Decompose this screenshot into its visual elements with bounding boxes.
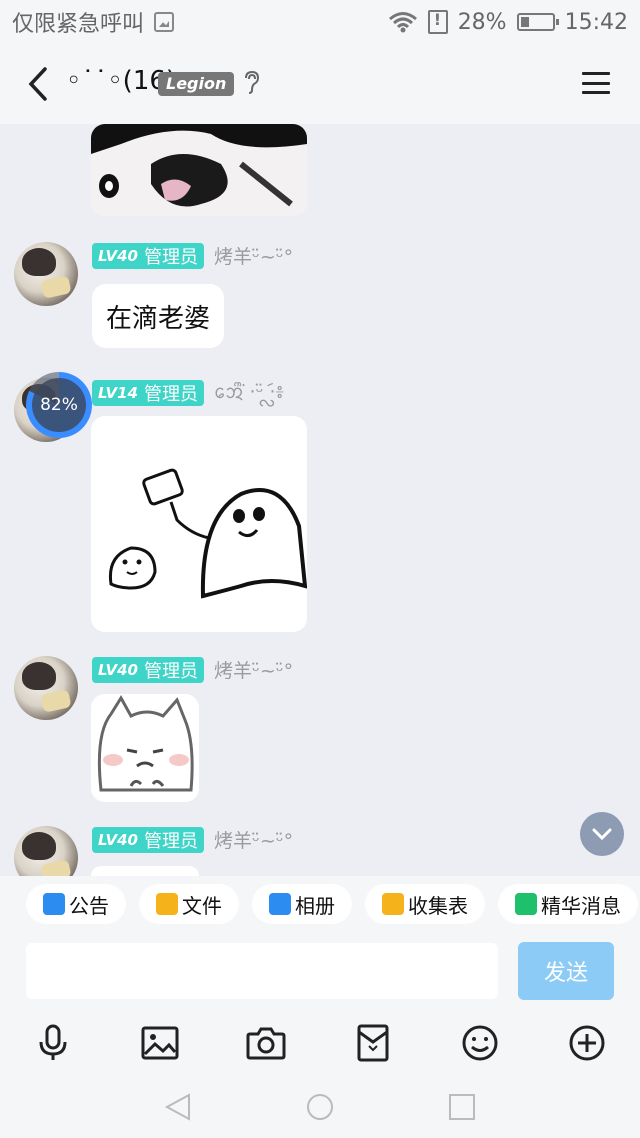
microphone-icon bbox=[39, 1024, 67, 1060]
level-badge: LV40 管理员 bbox=[92, 826, 204, 853]
album-icon bbox=[269, 893, 291, 915]
image-message[interactable] bbox=[91, 124, 307, 216]
level-number: LV40 bbox=[98, 660, 138, 679]
avatar[interactable] bbox=[14, 826, 78, 876]
system-nav-bar bbox=[0, 1074, 640, 1138]
role-label: 管理员 bbox=[143, 830, 198, 852]
announcement-label: 公告 bbox=[69, 893, 109, 918]
image-notification-icon bbox=[154, 12, 175, 32]
sender-nickname[interactable]: 烤羊ᵕ̈~ᵕ̈° bbox=[214, 242, 293, 269]
menu-icon-line bbox=[582, 91, 610, 94]
chat-header: ◦˙˙◦(16) Legion bbox=[0, 44, 640, 124]
text-message-bubble[interactable]: 在滴老婆 bbox=[92, 284, 225, 348]
battery-percent: 28% bbox=[457, 9, 507, 35]
image-icon bbox=[141, 1026, 179, 1060]
upload-progress-text: 82% bbox=[40, 395, 78, 415]
role-label: 管理员 bbox=[143, 660, 198, 682]
plus-icon bbox=[569, 1025, 605, 1061]
composer: 发送 bbox=[0, 932, 640, 1012]
image-message[interactable] bbox=[91, 866, 199, 876]
level-number: LV40 bbox=[98, 246, 138, 265]
carrier-text: 仅限紧急呼叫 bbox=[12, 12, 145, 37]
back-button[interactable] bbox=[22, 66, 54, 102]
essence-messages-label: 精华消息 bbox=[541, 893, 621, 918]
sender-info: LV14 管理员 ᩋᩮᩨ̇ ·ᵕ̈ ·ᩖᩢ៖ bbox=[92, 378, 284, 408]
sender-nickname[interactable]: 烤羊ᵕ̈~ᵕ̈° bbox=[214, 826, 293, 853]
collection-form-button[interactable]: 收集表 bbox=[365, 884, 485, 924]
files-button[interactable]: 文件 bbox=[139, 884, 239, 924]
album-label: 相册 bbox=[295, 893, 335, 918]
nav-back-icon[interactable] bbox=[163, 1092, 193, 1122]
red-packet-button[interactable] bbox=[352, 1022, 394, 1064]
role-label: 管理员 bbox=[143, 246, 198, 268]
essence-messages-button[interactable]: 精华消息 bbox=[498, 884, 638, 924]
menu-icon-line bbox=[582, 72, 610, 75]
emoji-icon bbox=[462, 1025, 498, 1061]
composer-tools bbox=[0, 1012, 640, 1074]
menu-icon-line bbox=[582, 81, 610, 85]
sender-nickname[interactable]: ᩋᩮᩨ̇ ·ᵕ̈ ·ᩖᩢ៖ bbox=[214, 378, 284, 408]
avatar[interactable] bbox=[14, 242, 78, 306]
album-button[interactable]: 相册 bbox=[252, 884, 352, 924]
role-label: 管理员 bbox=[143, 384, 198, 405]
sticker-image bbox=[91, 416, 307, 632]
camera-icon bbox=[246, 1027, 286, 1060]
scroll-to-bottom-button[interactable] bbox=[580, 812, 624, 856]
level-number: LV40 bbox=[98, 830, 138, 849]
collection-form-label: 收集表 bbox=[408, 893, 468, 918]
message-text: 在滴老婆 bbox=[106, 304, 211, 334]
emoji-button[interactable] bbox=[459, 1022, 501, 1064]
announcement-button[interactable]: 公告 bbox=[26, 884, 126, 924]
status-bar: 仅限紧急呼叫 28% 15:42 bbox=[0, 0, 640, 44]
level-number: LV14 bbox=[98, 384, 138, 402]
nav-home-icon[interactable] bbox=[305, 1092, 335, 1122]
sender-nickname[interactable]: 烤羊ᵕ̈~ᵕ̈° bbox=[214, 656, 293, 683]
image-button[interactable] bbox=[139, 1022, 181, 1064]
menu-button[interactable] bbox=[582, 72, 610, 94]
image-message[interactable] bbox=[91, 416, 307, 632]
clipboard-icon bbox=[382, 893, 404, 915]
upload-progress-ring: 82% bbox=[26, 372, 92, 438]
level-badge: LV40 管理员 bbox=[92, 656, 204, 683]
voice-button[interactable] bbox=[32, 1022, 74, 1064]
sender-info: LV40 管理员 烤羊ᵕ̈~ᵕ̈° bbox=[92, 826, 293, 853]
legion-badge: Legion bbox=[158, 72, 235, 96]
announcement-icon bbox=[43, 893, 65, 915]
clock: 15:42 bbox=[564, 9, 628, 35]
sender-info: LV40 管理员 烤羊ᵕ̈~ᵕ̈° bbox=[92, 656, 293, 683]
sender-info: LV40 管理员 烤羊ᵕ̈~ᵕ̈° bbox=[92, 242, 293, 269]
battery-icon bbox=[516, 13, 559, 31]
nav-recents-icon[interactable] bbox=[447, 1092, 477, 1122]
sim-alert-icon bbox=[427, 10, 448, 34]
image-message[interactable] bbox=[91, 694, 199, 802]
chevron-left-icon bbox=[28, 67, 47, 101]
red-packet-icon bbox=[357, 1024, 389, 1062]
sticker-image bbox=[91, 694, 199, 802]
folder-icon bbox=[156, 893, 178, 915]
avatar[interactable] bbox=[14, 656, 78, 720]
camera-button[interactable] bbox=[245, 1022, 287, 1064]
essence-icon bbox=[515, 893, 537, 915]
send-button[interactable]: 发送 bbox=[518, 942, 614, 1000]
send-label: 发送 bbox=[543, 961, 588, 986]
more-button[interactable] bbox=[566, 1022, 608, 1064]
sticker-image bbox=[91, 124, 307, 216]
level-badge: LV40 管理员 bbox=[92, 242, 204, 269]
quick-actions-bar: 公告 文件 相册 收集表 精华消息 bbox=[0, 876, 640, 932]
files-label: 文件 bbox=[182, 893, 222, 918]
wifi-icon bbox=[388, 12, 417, 33]
message-input[interactable] bbox=[26, 943, 498, 999]
earpiece-icon[interactable] bbox=[242, 70, 260, 100]
level-badge: LV14 管理员 bbox=[92, 380, 204, 406]
chevron-down-icon bbox=[592, 828, 612, 840]
message-list[interactable]: LV40 管理员 烤羊ᵕ̈~ᵕ̈° 在滴老婆 82% LV14 管理员 ᩋᩮᩨ̇… bbox=[0, 124, 640, 876]
